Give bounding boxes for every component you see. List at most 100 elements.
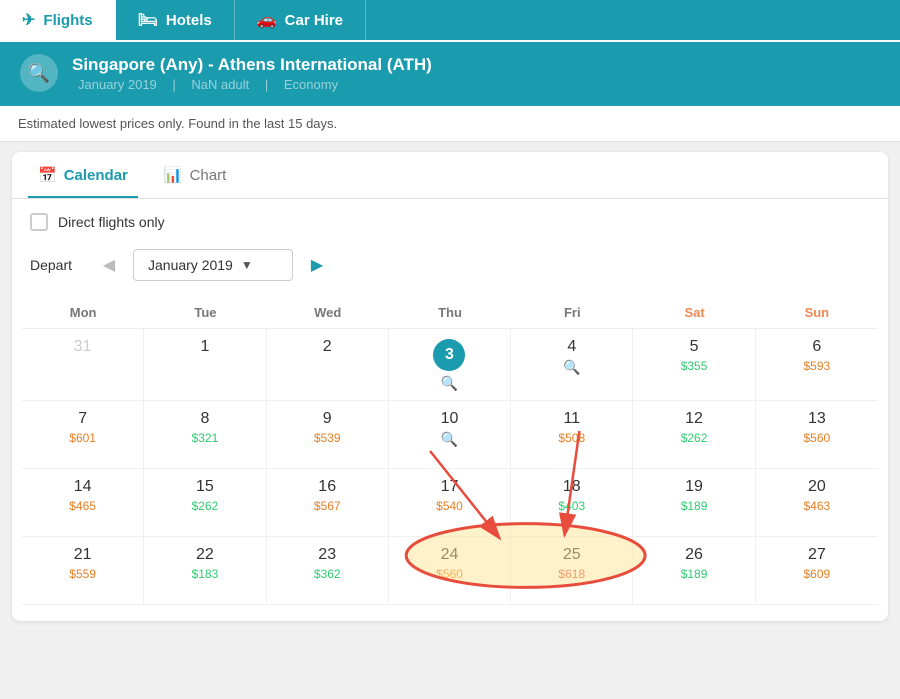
tab-chart-label: Chart (190, 167, 227, 184)
chart-icon: 📊 (164, 166, 183, 184)
day-number: 9 (271, 411, 384, 427)
day-number: 4 (515, 339, 628, 355)
day-price: $567 (271, 499, 384, 513)
direct-flights-label: Direct flights only (58, 214, 165, 230)
next-month-button[interactable]: ▶ (303, 251, 331, 279)
cal-cell-19[interactable]: 19 $189 (633, 469, 755, 537)
nav-tab-flights[interactable]: ✈ Flights (0, 0, 116, 40)
day-number: 20 (760, 479, 874, 495)
dropdown-arrow-icon: ▼ (241, 258, 253, 272)
day-price: $609 (760, 567, 874, 581)
day-number: 19 (637, 479, 750, 495)
header-thu: Thu (389, 297, 511, 328)
search-mag-icon[interactable]: 🔍 (393, 431, 506, 448)
day-number: 22 (148, 547, 261, 563)
day-number: 14 (26, 479, 139, 495)
day-number: 21 (26, 547, 139, 563)
tab-calendar[interactable]: 📅 Calendar (28, 152, 138, 198)
calendar-header: Mon Tue Wed Thu Fri Sat Sun (22, 297, 878, 329)
day-price: $321 (148, 431, 261, 445)
cal-cell-13[interactable]: 13 $560 (756, 401, 878, 469)
day-number: 10 (393, 411, 506, 427)
main-card: 📅 Calendar 📊 Chart Direct flights only D… (12, 152, 888, 621)
cal-cell-27[interactable]: 27 $609 (756, 537, 878, 605)
day-price: $189 (637, 499, 750, 513)
tab-calendar-label: Calendar (64, 167, 128, 184)
prev-month-button[interactable]: ◀ (95, 251, 123, 279)
calendar-icon: 📅 (38, 166, 57, 184)
cal-cell-20[interactable]: 20$463 (756, 469, 878, 537)
search-mag-icon[interactable]: 🔍 (515, 359, 628, 376)
day-price: $262 (637, 431, 750, 445)
cal-cell-1[interactable]: 1 (144, 329, 266, 401)
view-tabs: 📅 Calendar 📊 Chart (12, 152, 888, 199)
cal-cell-8[interactable]: 8 $321 (144, 401, 266, 469)
cal-cell-15[interactable]: 15$262 (144, 469, 266, 537)
day-price: $539 (271, 431, 384, 445)
cal-cell-10[interactable]: 10 🔍 (389, 401, 511, 469)
day-price: $262 (148, 499, 261, 513)
search-details: January 2019 | NaN adult | Economy (72, 77, 432, 92)
cal-cell-11[interactable]: 11$508 (511, 401, 633, 469)
cal-cell-7[interactable]: 7 $601 (22, 401, 144, 469)
search-mag-icon[interactable]: 🔍 (393, 375, 506, 392)
day-price: $560 (760, 431, 874, 445)
cal-cell-9[interactable]: 9 $539 (267, 401, 389, 469)
cal-cell-4[interactable]: 4🔍 (511, 329, 633, 401)
cal-cell-12[interactable]: 12 $262 (633, 401, 755, 469)
day-number: 26 (637, 547, 750, 563)
day-number: 12 (637, 411, 750, 427)
header-wed: Wed (267, 297, 389, 328)
direct-flights-checkbox[interactable] (30, 213, 48, 231)
hotels-icon: 🛏 (138, 10, 158, 30)
day-price: $559 (26, 567, 139, 581)
search-icon-wrap[interactable]: 🔍 (20, 54, 58, 92)
cal-cell-3[interactable]: 3🔍 (389, 329, 511, 401)
day-number: 24 (393, 547, 506, 563)
search-info: Singapore (Any) - Athens International (… (72, 55, 432, 92)
cal-cell-21[interactable]: 21 $559 (22, 537, 144, 605)
cal-cell-5[interactable]: 5 $355 (633, 329, 755, 401)
day-number: 2 (271, 339, 384, 355)
day-number: 7 (26, 411, 139, 427)
cal-cell-17[interactable]: 17$540 (389, 469, 511, 537)
day-price: $362 (271, 567, 384, 581)
cal-cell-23[interactable]: 23$362 (267, 537, 389, 605)
day-number: 13 (760, 411, 874, 427)
search-bar: 🔍 Singapore (Any) - Athens International… (0, 42, 900, 106)
day-number: 1 (148, 339, 261, 355)
day-price: $465 (26, 499, 139, 513)
tab-chart[interactable]: 📊 Chart (154, 152, 236, 198)
cal-cell-24[interactable]: 24 $560 (389, 537, 511, 605)
cal-cell-31[interactable]: 31 (22, 329, 144, 401)
month-select[interactable]: January 2019 ▼ (133, 249, 293, 281)
day-price: $355 (637, 359, 750, 373)
nav-tab-flights-label: Flights (43, 12, 92, 29)
day-price: $540 (393, 499, 506, 513)
cal-cell-16[interactable]: 16$567 (267, 469, 389, 537)
day-number: 25 (515, 547, 628, 563)
header-fri: Fri (511, 297, 633, 328)
day-number: 5 (637, 339, 750, 355)
search-month: January 2019 (78, 77, 157, 92)
cal-cell-22[interactable]: 22 $183 (144, 537, 266, 605)
search-icon: 🔍 (28, 63, 50, 84)
search-adults: NaN adult (191, 77, 249, 92)
carhire-icon: 🚗 (257, 10, 277, 30)
flights-icon: ✈ (22, 10, 35, 30)
cal-cell-25[interactable]: 25$618 (511, 537, 633, 605)
day-price: $601 (26, 431, 139, 445)
cal-cell-26[interactable]: 26$189 (633, 537, 755, 605)
depart-row: Depart ◀ January 2019 ▼ ▶ (12, 245, 888, 297)
cal-cell-6[interactable]: 6$593 (756, 329, 878, 401)
day-price: $560 (393, 567, 506, 581)
day-price: $183 (148, 567, 261, 581)
day-number: 27 (760, 547, 874, 563)
nav-tab-hotels[interactable]: 🛏 Hotels (116, 0, 235, 40)
cal-cell-2[interactable]: 2 (267, 329, 389, 401)
cal-cell-14[interactable]: 14 $465 (22, 469, 144, 537)
nav-tab-carhire[interactable]: 🚗 Car Hire (235, 0, 366, 40)
cal-cell-18[interactable]: 18$403 (511, 469, 633, 537)
day-number: 8 (148, 411, 261, 427)
header-mon: Mon (22, 297, 144, 328)
